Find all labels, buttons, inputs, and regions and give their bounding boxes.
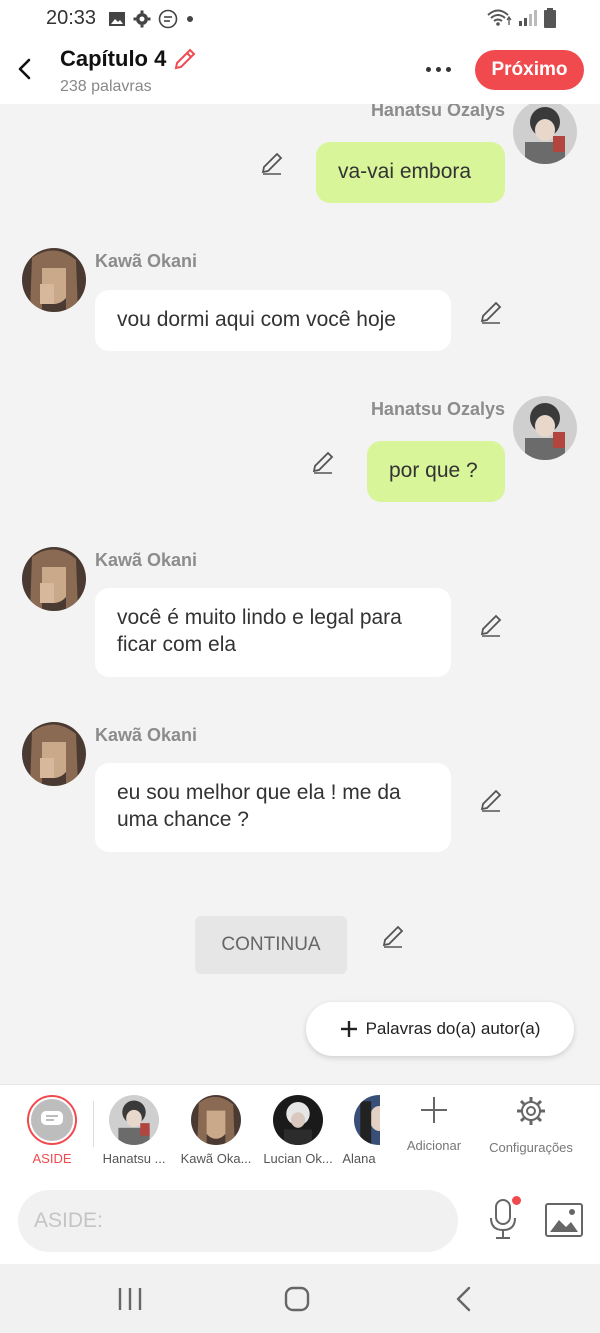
edit-message-icon[interactable] (478, 299, 504, 325)
message-author: Kawã Okani (95, 725, 198, 745)
edit-message-icon[interactable] (478, 787, 504, 813)
plus-icon (340, 1021, 357, 1037)
edit-message-icon[interactable] (478, 612, 504, 638)
message-bubble[interactable]: eu sou melhor que ela ! me da uma chance… (95, 763, 451, 852)
system-nav-bar (0, 1264, 600, 1333)
recording-dot (512, 1196, 521, 1205)
status-bar: 20:33 (0, 0, 600, 38)
character-label: Hanatsu ... (102, 1151, 166, 1166)
battery-icon (544, 8, 556, 28)
plus-icon (421, 1097, 447, 1123)
wifi-icon (487, 9, 512, 26)
chat-bubble-icon (41, 1111, 63, 1125)
recent-apps-icon[interactable] (110, 1284, 150, 1314)
message-bubble[interactable]: va-vai embora (316, 142, 505, 203)
character-bar: ASIDE Hanatsu ... Kawã Oka... Lucian Ok.… (0, 1084, 600, 1180)
character-aside[interactable]: ASIDE (10, 1095, 94, 1166)
message-bubble[interactable]: por que ? (367, 441, 505, 502)
add-character-button[interactable]: Adicionar (398, 1095, 470, 1153)
chat-area: Hanatsu Ozalys va-vai embora Kawã Okani … (0, 104, 600, 1084)
chapter-title-text: Capítulo 4 (60, 46, 167, 71)
message-author: Kawã Okani (95, 251, 198, 271)
back-arrow-icon[interactable] (12, 54, 36, 84)
message-bubble[interactable]: você é muito lindo e legal para ficar co… (95, 588, 451, 677)
character-label: Lucian Ok... (263, 1151, 333, 1166)
character-hanatsu[interactable]: Hanatsu ... (92, 1095, 176, 1166)
signal-icon (519, 10, 537, 26)
gallery-icon (109, 12, 125, 26)
gear-icon (517, 1097, 545, 1125)
add-label: Adicionar (406, 1138, 462, 1153)
chapter-title[interactable]: Capítulo 4 (60, 46, 198, 72)
gear-icon (133, 10, 151, 28)
message-bubble[interactable]: vou dormi aqui com você hoje (95, 290, 451, 351)
dot-icon (187, 16, 193, 22)
character-label: Alana (342, 1151, 376, 1166)
author-words-button[interactable]: Palavras do(a) autor(a) (306, 1002, 574, 1056)
avatar-hanatsu[interactable] (513, 104, 577, 164)
word-count: 238 palavras (60, 78, 152, 95)
avatar-kawa[interactable] (22, 547, 86, 611)
settings-label: Configurações (489, 1140, 573, 1155)
edit-message-icon[interactable] (259, 150, 285, 176)
message-input[interactable] (18, 1190, 458, 1252)
edit-message-icon[interactable] (310, 449, 336, 475)
avatar-kawa[interactable] (22, 248, 86, 312)
chapter-header: Capítulo 4 238 palavras Próximo (0, 38, 600, 104)
author-words-label: Palavras do(a) autor(a) (365, 1019, 541, 1038)
character-kawa[interactable]: Kawã Oka... (174, 1095, 258, 1166)
note-icon (158, 9, 178, 29)
edit-aside-icon[interactable] (380, 923, 406, 949)
message-author: Kawã Okani (95, 550, 198, 570)
message-author: Hanatsu Ozalys (370, 104, 505, 120)
next-button[interactable]: Próximo (475, 50, 584, 90)
avatar-hanatsu[interactable] (513, 396, 577, 460)
input-bar (0, 1180, 600, 1264)
image-icon[interactable] (544, 1202, 584, 1238)
character-label: Kawã Oka... (180, 1151, 252, 1166)
home-icon[interactable] (277, 1284, 317, 1314)
character-alana[interactable]: Alana (338, 1095, 380, 1166)
character-label: ASIDE (32, 1151, 72, 1166)
avatar-kawa[interactable] (22, 722, 86, 786)
aside-block[interactable]: CONTINUA (195, 916, 347, 974)
status-time: 20:33 (46, 7, 97, 29)
more-options-button[interactable] (420, 52, 456, 86)
edit-title-icon[interactable] (172, 46, 198, 72)
character-lucian[interactable]: Lucian Ok... (256, 1095, 340, 1166)
back-icon[interactable] (445, 1284, 485, 1314)
settings-button[interactable]: Configurações (484, 1095, 578, 1155)
message-author: Hanatsu Ozalys (370, 399, 505, 419)
